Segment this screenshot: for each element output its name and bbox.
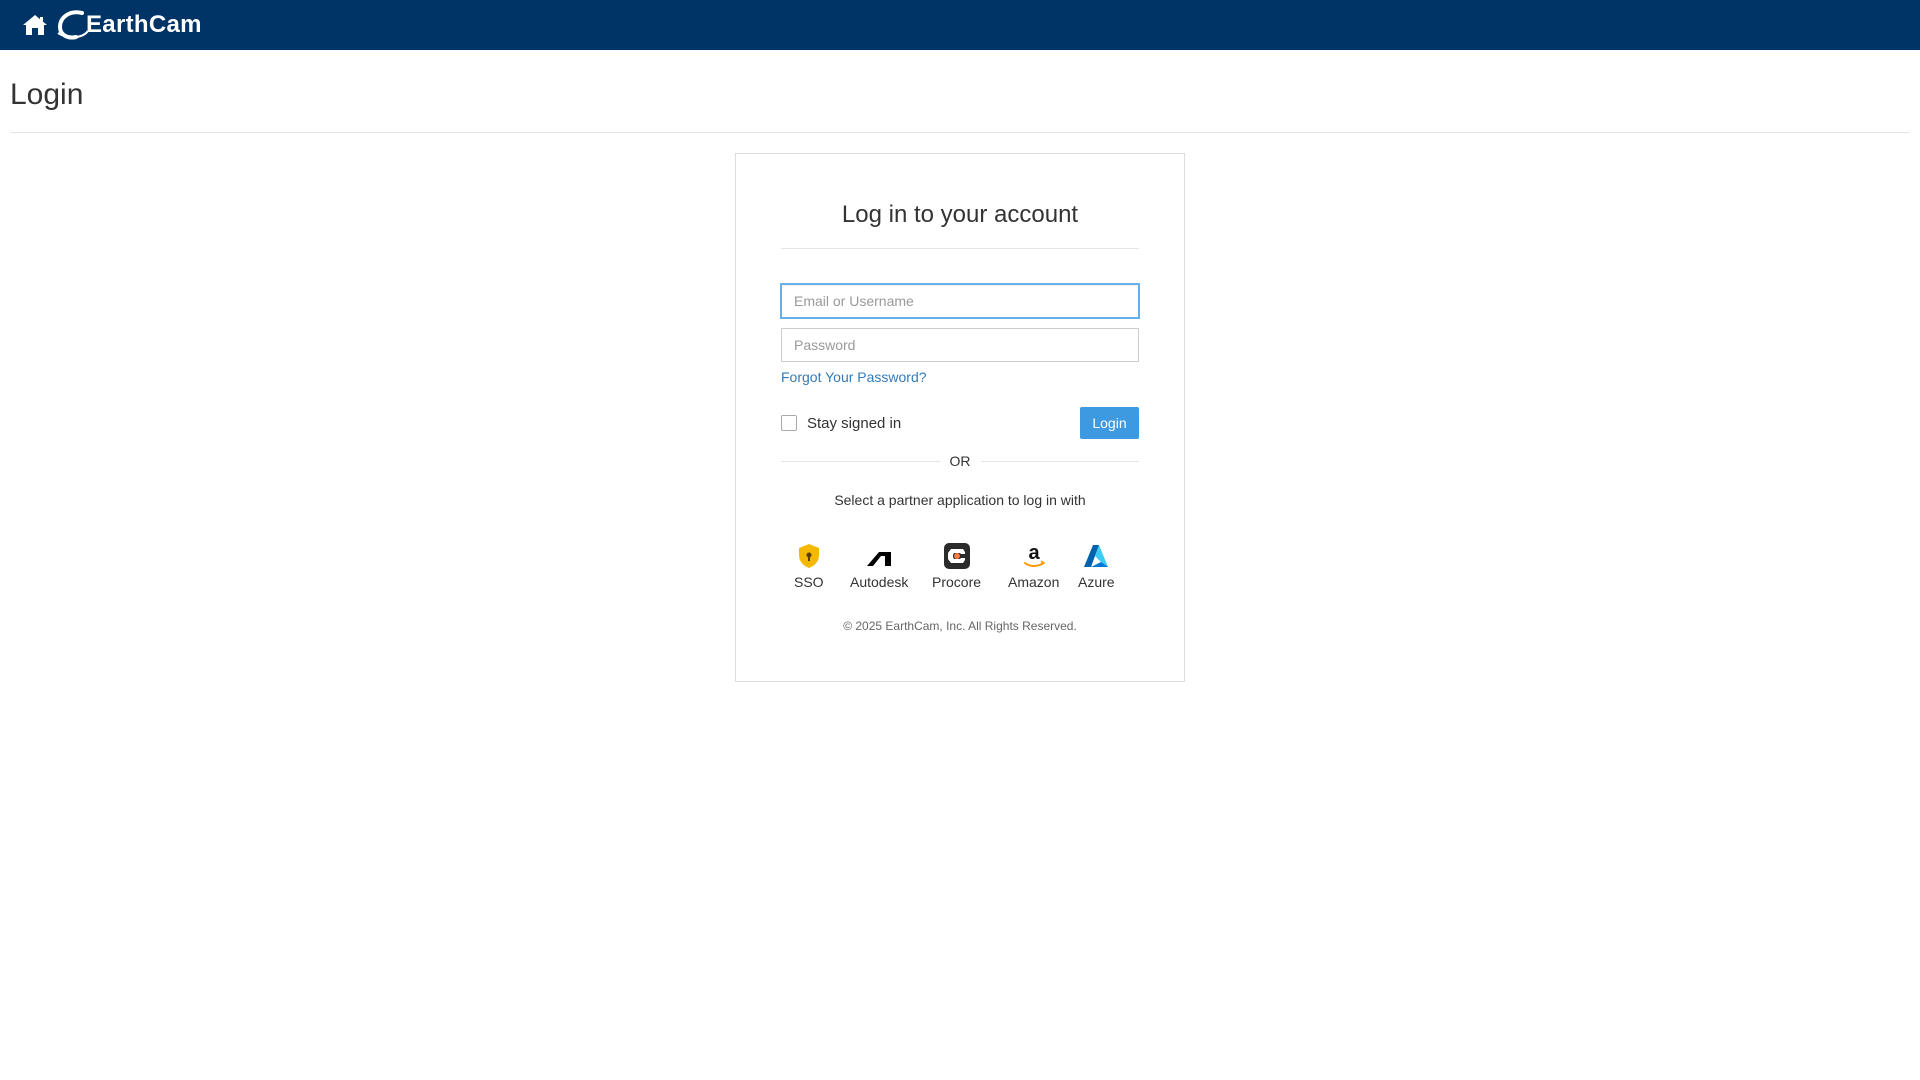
stay-signed-in-label: Stay signed in: [807, 414, 902, 432]
or-line-left: [781, 460, 940, 462]
earthcam-logo-icon: [57, 10, 89, 40]
procore-icon: [943, 543, 970, 569]
home-icon[interactable]: [22, 14, 48, 36]
or-divider: OR: [781, 452, 1139, 470]
amazon-icon: a: [1023, 542, 1046, 567]
partner-procore-button[interactable]: Procore: [932, 542, 981, 590]
top-navbar: EarthCam: [0, 0, 1920, 50]
partner-label: Procore: [932, 574, 982, 590]
login-card: Log in to your account Forgot Your Passw…: [735, 153, 1185, 682]
stay-signed-in-checkbox[interactable]: [781, 415, 797, 431]
partner-label: SSO: [794, 574, 824, 590]
card-title-divider: [781, 248, 1139, 249]
login-button[interactable]: Login: [1080, 407, 1139, 439]
forgot-password-link[interactable]: Forgot Your Password?: [781, 369, 927, 385]
shield-lock-icon: [798, 544, 819, 568]
stay-signed-in[interactable]: Stay signed in: [781, 414, 901, 432]
partner-login-options: SSO Autodesk Procore a Amazon Azure: [781, 542, 1139, 594]
partner-azure-button[interactable]: Azure: [1078, 542, 1115, 590]
partner-amazon-button[interactable]: a Amazon: [1008, 542, 1059, 590]
earthcam-logo[interactable]: EarthCam: [56, 9, 202, 41]
title-divider: [10, 132, 1910, 133]
azure-icon: [1084, 545, 1109, 567]
partner-autodesk-button[interactable]: Autodesk: [850, 542, 908, 590]
copyright-text: © 2025 EarthCam, Inc. All Rights Reserve…: [843, 619, 1077, 633]
password-input[interactable]: [781, 328, 1139, 362]
partner-label: Azure: [1078, 574, 1115, 590]
partner-prompt: Select a partner application to log in w…: [834, 492, 1086, 508]
or-line-right: [980, 460, 1139, 462]
page-title: Login: [10, 78, 84, 111]
autodesk-icon: [867, 552, 892, 566]
email-username-input[interactable]: [781, 284, 1139, 318]
partner-label: Autodesk: [850, 574, 909, 590]
partner-sso-button[interactable]: SSO: [794, 542, 824, 590]
or-text: OR: [949, 453, 971, 469]
partner-label: Amazon: [1008, 574, 1060, 590]
brand-name: EarthCam: [86, 11, 202, 38]
svg-text:a: a: [1028, 542, 1040, 564]
login-card-title: Log in to your account: [841, 201, 1079, 228]
